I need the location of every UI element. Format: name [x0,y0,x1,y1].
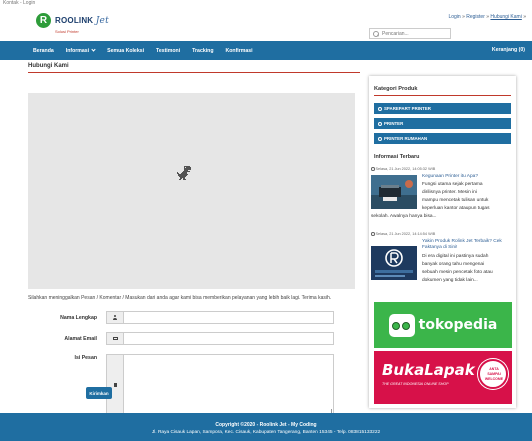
divider [374,95,511,96]
register-link[interactable]: Register [466,14,485,20]
footer-address: Jl. Raya Cisauk Lapan, Sampora, Kec. Cis… [151,430,381,435]
contact-link[interactable]: Hubungi Kami [490,14,521,20]
post-thumbnail[interactable] [371,175,417,209]
post-thumbnail[interactable] [371,246,417,280]
post-excerpt-line: dirilisnya printer. Mesin ini [422,190,477,195]
post-date: Selasa, 21 Jun 2022, 14:05:32 WIB [371,167,435,171]
bukalapak-tagline: THE GREAT INDONESIA ONLINE SHOP [382,382,449,386]
email-label: Alamat Email [64,335,97,342]
link-separator: » [523,14,526,20]
form-row-message: Isi Pesan [28,354,334,416]
email-field[interactable] [123,332,334,345]
logo-tagline: Solusi Printer [55,29,79,34]
post-excerpt-line: Di era digital ini pastinya sudah [422,254,489,259]
tokopedia-text: tokopedia [418,317,498,333]
post-excerpt-line: mampu mencetak tulisan untuk [422,198,489,203]
user-icon [113,315,118,320]
post-excerpt-line: Fungsi utama sejak pertama [422,182,483,187]
site-header: R ROOLINK Jet Solusi Printer Login » Reg… [0,8,532,41]
nav-item-semua-koleksi[interactable]: Semua Koleksi [107,48,144,54]
message-label: Isi Pesan [74,355,98,361]
nav-item-tracking[interactable]: Tracking [192,48,213,54]
page-title: Hubungi Kami [28,63,360,73]
top-links: Login » Register » Hubungi Kami » [448,14,526,20]
message-addon [106,354,123,416]
dino-icon [177,166,191,180]
category-sparepart-printer[interactable]: SPAREPART PRINTER [374,103,511,114]
link-separator: » [462,14,465,20]
clock-icon [371,167,375,171]
nav-item-testimoni[interactable]: Testimoni [156,48,180,54]
tokopedia-logo-icon [388,313,415,337]
tokopedia-banner[interactable]: tokopedia [374,302,512,348]
post-date-text: Selasa, 21 Jun 2022, 14:05:32 WIB [375,167,436,171]
bag-text: WELCOME [484,377,504,381]
bukalapak-banner[interactable]: BukaLapak THE GREAT INDONESIA ONLINE SHO… [374,351,512,404]
name-label: Nama Lengkap [60,314,97,321]
search-input[interactable] [382,30,448,37]
arrow-circle-icon [378,136,382,141]
name-field[interactable] [123,311,334,324]
category-printer-rumahan[interactable]: PRINTER RUMAHAN [374,133,511,144]
site-footer: Copyright ©2020 - Roolink Jet - My Codin… [0,413,532,441]
sidebar: Kategori Produk SPAREPART PRINTER PRINTE… [369,76,516,408]
clock-icon [371,232,375,236]
chevron-down-icon [91,46,96,52]
cart-link[interactable]: Keranjang (0) [492,47,525,53]
nav-item-informasi[interactable]: Informasi [65,46,96,54]
post-excerpt-line: banyak orang tahu mengenai [422,262,485,267]
submit-button[interactable]: Kirimkan [86,387,112,399]
category-label: SPAREPART PRINTER [384,106,431,111]
nav-item-beranda[interactable]: Beranda [33,48,54,54]
email-addon [106,332,123,345]
category-printer[interactable]: PRINTER [374,118,511,129]
info-title: Informasi Terbaru [374,154,420,160]
bag-text: ANTA [489,367,499,371]
form-row-name: Nama Lengkap [28,311,334,324]
post-date-text: Selasa, 21 Jun 2022, 14:14:54 WIB [375,232,436,236]
name-addon [106,311,123,324]
search-icon[interactable] [373,30,379,37]
pencil-icon [113,383,117,387]
nav-item-konfirmasi[interactable]: Konfirmasi [226,48,253,54]
browser-tab-title: Kontak - Login [3,0,36,6]
contact-notice: Silahkan meninggalkan Pesan / Komentar /… [28,295,332,301]
message-textarea[interactable] [123,354,334,416]
post-excerpt-line: sebuah mesin pencetak foto atau [422,270,493,275]
post-date: Selasa, 21 Jun 2022, 14:14:54 WIB [371,232,435,236]
shopping-bag-icon: ANTA SAMPAI WELCOME [478,359,508,389]
arrow-circle-icon [378,121,382,126]
footer-copyright: Copyright ©2020 - Roolink Jet - My Codin… [215,422,317,428]
search-box[interactable] [369,28,451,39]
nav-item-label: Informasi [65,47,90,54]
bukalapak-text: BukaLapak [382,361,475,379]
category-label: PRINTER RUMAHAN [384,136,428,141]
login-link[interactable]: Login [448,14,460,20]
arrow-circle-icon [378,106,382,111]
post-excerpt-tail: sekolah. Awalnya hanya bisa... [371,214,437,219]
category-label: PRINTER [384,121,404,126]
logo-text: ROOLINK Jet [55,16,109,26]
logo-suffix: Jet [95,15,109,26]
post-title-link[interactable]: Yakin Produk Rolink Jet Terbaik? Cek Fak… [422,239,516,251]
envelope-icon [112,336,118,341]
logo-icon: R [36,13,51,28]
main-content: Hubungi Kami Silahkan meninggalkan Pesan… [28,63,360,416]
logo-name: ROOLINK [55,15,94,25]
link-separator: » [486,14,490,20]
post-title-link[interactable]: Kegunaan Printer itu Apa? [422,174,516,180]
category-title: Kategori Produk [374,86,418,92]
post-excerpt-line: dokumen yang tidak lain... [422,278,478,283]
bag-text: SAMPAI [487,372,501,376]
post-excerpt-line: keperluan kantor ataupun tugas [422,206,490,211]
map-embed[interactable] [28,93,355,289]
form-row-email: Alamat Email [28,332,334,345]
main-nav: Beranda Informasi Semua Koleksi Testimon… [0,41,532,60]
site-logo[interactable]: R ROOLINK Jet [36,13,109,28]
